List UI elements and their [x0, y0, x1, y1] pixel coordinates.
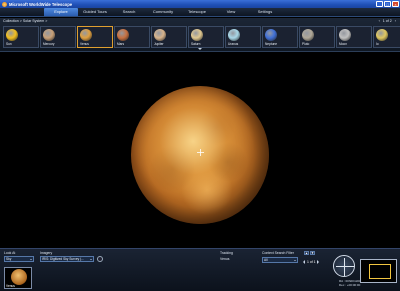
window-title: Microsoft WorldWide Telescope: [9, 1, 73, 7]
dec-readout: Dec : +00:00:00: [339, 282, 361, 287]
breadcrumb[interactable]: Collection > Solar System >: [3, 19, 47, 23]
imagery-dropdown[interactable]: IRIS: Digitized Sky Survey (...: [40, 256, 94, 262]
thumbnail-io[interactable]: Io: [373, 26, 400, 48]
bottom-panel: Look At Sky Imagery IRIS: Digitized Sky …: [0, 248, 400, 291]
previous-page-icon[interactable]: ‹: [379, 19, 380, 23]
tab-telescope[interactable]: Telescope: [180, 8, 214, 16]
tab-community[interactable]: Community: [146, 8, 180, 16]
jupiter-icon: [154, 29, 166, 41]
thumbnail-mercury[interactable]: Mercury: [40, 26, 76, 48]
context-page-text: 1 of 1: [307, 260, 316, 264]
neptune-icon: [265, 29, 277, 41]
thumbnail-label: Venus: [80, 42, 89, 46]
thumbnail-label: Neptune: [265, 42, 278, 46]
tab-settings[interactable]: Settings: [248, 8, 282, 16]
tracking-value: Venus: [220, 257, 230, 261]
close-button[interactable]: ×: [392, 1, 399, 7]
imagery-label: Imagery: [40, 251, 53, 255]
context-thumbnail[interactable]: Venus: [4, 267, 32, 289]
io-icon: [376, 29, 388, 41]
venus-thumbnail-icon: [11, 269, 27, 285]
mercury-icon: [43, 29, 55, 41]
app-icon: [2, 1, 7, 7]
pluto-icon: [302, 29, 314, 41]
context-pager: 1 of 1: [303, 260, 320, 264]
thumbnail-mars[interactable]: Mars: [114, 26, 150, 48]
sun-icon: [6, 29, 18, 41]
thumbnail-pluto[interactable]: Pluto: [299, 26, 335, 48]
minimap[interactable]: [360, 259, 397, 283]
tracking-label: Tracking: [220, 251, 233, 255]
thumbnail-label: Io: [376, 42, 379, 46]
pager-text: 1 of 2: [382, 19, 392, 23]
thumbnail-jupiter[interactable]: Jupiter: [151, 26, 187, 48]
context-up-icon[interactable]: ▲: [304, 251, 309, 255]
tab-guided-tours[interactable]: Guided Tours: [78, 8, 112, 16]
imagery-options-button[interactable]: [97, 256, 103, 262]
thumbnail-sun[interactable]: Sun: [3, 26, 39, 48]
context-nav: ▲ ▼: [304, 251, 315, 255]
context-next-icon[interactable]: [317, 260, 320, 264]
title-bar: Microsoft WorldWide Telescope _ □ ×: [0, 0, 400, 8]
look-at-label: Look At: [4, 251, 16, 255]
thumbnail-uranus[interactable]: Uranus: [225, 26, 261, 48]
explorer-pager: ‹ 1 of 2 ›: [379, 19, 396, 23]
thumbnail-label: Uranus: [228, 42, 239, 46]
context-down-icon[interactable]: ▼: [310, 251, 315, 255]
thumbnail-label: Sun: [6, 42, 12, 46]
window-controls: _ □ ×: [376, 1, 399, 7]
minimap-view-frame: [369, 264, 391, 279]
context-thumbnail-label: Venus: [6, 284, 15, 288]
compass-icon[interactable]: [333, 255, 355, 277]
mars-icon: [117, 29, 129, 41]
look-at-dropdown[interactable]: Sky: [4, 256, 34, 262]
thumbnail-label: Pluto: [302, 42, 310, 46]
thumbnail-label: Saturn: [191, 42, 201, 46]
tab-view[interactable]: View: [214, 8, 248, 16]
explorer-panel: Collection > Solar System > ‹ 1 of 2 › S…: [0, 18, 400, 52]
uranus-icon: [228, 29, 240, 41]
maximize-button[interactable]: □: [384, 1, 391, 7]
expand-panel-icon[interactable]: [198, 48, 202, 50]
thumbnail-moon[interactable]: Moon: [336, 26, 372, 48]
context-filter-dropdown[interactable]: All: [262, 257, 298, 263]
thumbnail-label: Mercury: [43, 42, 55, 46]
thumbnail-venus[interactable]: Venus: [77, 26, 113, 48]
coordinates-readout: RA : 00h00m00s Dec : +00:00:00: [339, 279, 361, 287]
thumbnail-label: Moon: [339, 42, 347, 46]
crosshair-icon: [197, 149, 204, 156]
sky-view[interactable]: [0, 53, 400, 248]
saturn-icon: [191, 29, 203, 41]
context-prev-icon[interactable]: [303, 260, 305, 264]
next-page-icon[interactable]: ›: [395, 19, 396, 23]
thumbnail-saturn[interactable]: Saturn: [188, 26, 224, 48]
tab-search[interactable]: Search: [112, 8, 146, 16]
planet-thumbnails: Sun Mercury Venus Mars Jupiter Saturn Uranus Ne…: [3, 26, 400, 48]
minimize-button[interactable]: _: [376, 1, 383, 7]
thumbnail-label: Jupiter: [154, 42, 164, 46]
main-menu-tabs: Explore Guided Tours Search Community Te…: [0, 8, 400, 17]
thumbnail-label: Mars: [117, 42, 125, 46]
moon-icon: [339, 29, 351, 41]
thumbnail-neptune[interactable]: Neptune: [262, 26, 298, 48]
context-filter-label: Context Search Filter: [262, 251, 294, 255]
venus-icon: [80, 29, 92, 41]
tab-explore[interactable]: Explore: [44, 8, 78, 16]
